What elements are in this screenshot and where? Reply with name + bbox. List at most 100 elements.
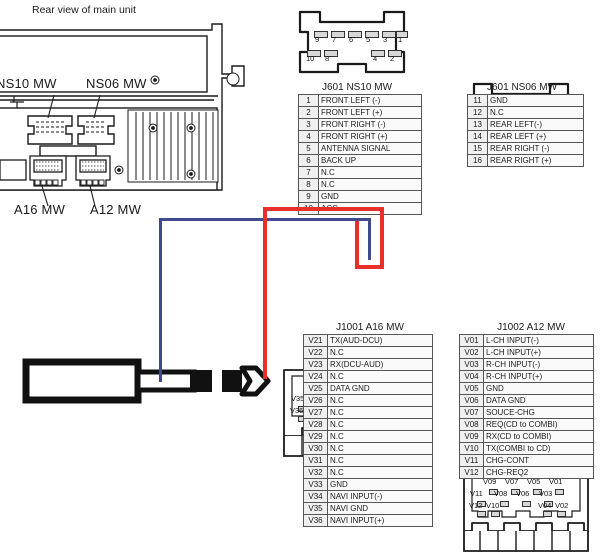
pin-signal-cell: GND — [327, 478, 433, 491]
table-row: V33 GND — [303, 478, 433, 491]
pin-label-v12: V12 — [469, 501, 483, 510]
pin-number-cell: V25 — [303, 382, 328, 395]
table-row: V22 N.C — [303, 346, 433, 359]
pin-signal-cell: REQ(CD to COMBI) — [483, 418, 594, 431]
pin-signal-cell: N.C — [327, 346, 433, 359]
table-row: V12 CHG-REQ2 — [459, 466, 594, 479]
table-row: V31 N.C — [303, 454, 433, 467]
pin-signal-cell: L-CH INPUT(-) — [483, 334, 594, 347]
trs-plug-illustration — [12, 352, 282, 412]
table-row: V05 GND — [459, 382, 594, 395]
table-row: V27 N.C — [303, 406, 433, 419]
pin-number-cell: V36 — [303, 514, 328, 527]
pin-number-cell: V04 — [459, 370, 484, 383]
table-row: V11 CHG-CONT — [459, 454, 594, 467]
table-row: V24 N.C — [303, 370, 433, 383]
pin-number-9: 9 — [315, 35, 320, 44]
table-row: V32 N.C — [303, 466, 433, 479]
table-row: V06 DATA GND — [459, 394, 594, 407]
pin-slot — [557, 511, 566, 517]
pin-signal-cell: SOUCE-CHG — [483, 406, 594, 419]
pin-signal-cell: REAR LEFT(-) — [487, 118, 584, 131]
pin-label-v36: V36 — [290, 406, 304, 415]
pin-label-v05: V05 — [527, 477, 541, 486]
pin-signal-cell: REAR RIGHT (+) — [487, 154, 584, 167]
table-row: 3 FRONT RIGHT (-) — [298, 118, 422, 131]
label-ns10-mw: NS10 MW — [0, 76, 57, 91]
table-row: V21 TX(AUD-DCU) — [303, 334, 433, 347]
pin-label-v03: V03 — [539, 489, 553, 498]
a16-table-body: V21 TX(AUD-DCU) V22 N.C V23 RX(DCU-AUD) V24 N.C… — [303, 334, 433, 527]
pin-signal-cell: N.C — [327, 418, 433, 431]
table-row: V36 NAVI INPUT(+) — [303, 514, 433, 527]
a12-table-title: J1002 A12 MW — [497, 322, 565, 333]
pin-number-cell: V02 — [459, 346, 484, 359]
pin-number-cell: V27 — [303, 406, 328, 419]
a12-table-body: V01 L-CH INPUT(-) V02 L-CH INPUT(+) V03 R-CH … — [459, 334, 594, 479]
pin-number-cell: V35 — [303, 502, 328, 515]
pin-signal-cell: CHG-CONT — [483, 454, 594, 467]
wire-red-horizontal-bottom — [355, 265, 384, 269]
table-row: 13 REAR LEFT(-) — [467, 118, 584, 131]
pin-number-cell: V29 — [303, 430, 328, 443]
pin-signal-cell: NAVI INPUT(-) — [327, 490, 433, 503]
pin-number-cell: V08 — [459, 418, 484, 431]
pin-signal-cell: N.C — [327, 454, 433, 467]
pin-signal-cell: GND — [318, 190, 422, 203]
pin-number-cell: V21 — [303, 334, 328, 347]
table-row: V01 L-CH INPUT(-) — [459, 334, 594, 347]
pin-signal-cell: GND — [483, 382, 594, 395]
ns10-table-body: 1 FRONT LEFT (-) 2 FRONT LEFT (+) 3 FRONT RIG… — [298, 94, 422, 215]
pin-slot — [555, 489, 564, 495]
pin-slot — [500, 501, 509, 507]
a12-pin-table: V01 L-CH INPUT(-) V02 L-CH INPUT(+) V03 R-CH … — [459, 334, 594, 479]
ns10-pin-table: 1 FRONT LEFT (-) 2 FRONT LEFT (+) 3 FRONT RIG… — [298, 94, 422, 215]
pin-signal-cell: REAR LEFT (+) — [487, 130, 584, 143]
pin-number-cell: V34 — [303, 490, 328, 503]
ns06-pin-table: 11 GND 12 N.C 13 REAR LEFT(-) 14 REAR LEFT (+) 1… — [467, 94, 584, 167]
pin-signal-cell: N.C — [327, 370, 433, 383]
table-row: V07 SOUCE-CHG — [459, 406, 594, 419]
pin-signal-cell: BACK UP — [318, 154, 422, 167]
ns06-table-body: 11 GND 12 N.C 13 REAR LEFT(-) 14 REAR LEFT (+) 1… — [467, 94, 584, 167]
pin-number-cell: 16 — [467, 154, 488, 167]
table-row: V26 N.C — [303, 394, 433, 407]
pin-signal-cell: NAVI INPUT(+) — [327, 514, 433, 527]
pin-number-cell: V12 — [459, 466, 484, 479]
pin-number-cell: 11 — [467, 94, 488, 107]
pin-signal-cell: GND — [487, 94, 584, 107]
pin-signal-cell: RX(DCU-AUD) — [327, 358, 433, 371]
table-row: V10 TX(COMBI to CD) — [459, 442, 594, 455]
pin-slot — [477, 511, 486, 517]
ns06-table-title: J601 NS06 MW — [486, 82, 558, 93]
pin-number-cell: V01 — [459, 334, 484, 347]
pin-label-v10: V10 — [486, 501, 500, 510]
table-row: 11 GND — [467, 94, 584, 107]
pin-number-cell: 15 — [467, 142, 488, 155]
table-row: V23 RX(DCU-AUD) — [303, 358, 433, 371]
label-a16-mw: A16 MW — [14, 202, 66, 217]
pin-number-cell: V05 — [459, 382, 484, 395]
pin-signal-cell: N.C — [327, 466, 433, 479]
pin-signal-cell: DATA GND — [483, 394, 594, 407]
table-row: V25 DATA GND — [303, 382, 433, 395]
pin-number-cell: 9 — [298, 190, 319, 203]
pin-signal-cell: R-CH INPUT(+) — [483, 370, 594, 383]
table-row: 4 FRONT RIGHT (+) — [298, 130, 422, 143]
pin-signal-cell: N.C — [327, 406, 433, 419]
pin-number-8: 8 — [325, 54, 330, 63]
table-row: V02 L-CH INPUT(+) — [459, 346, 594, 359]
pin-number-cell: V31 — [303, 454, 328, 467]
pin-number-cell: 14 — [467, 130, 488, 143]
pin-number-cell: V24 — [303, 370, 328, 383]
pin-number-3: 3 — [383, 35, 388, 44]
pin-number-cell: 8 — [298, 178, 319, 191]
pin-slot — [491, 511, 500, 517]
table-row: 7 N.C — [298, 166, 422, 179]
pin-number-cell: 12 — [467, 106, 488, 119]
pin-label-v07: V07 — [505, 477, 519, 486]
pin-signal-cell: N.C — [487, 106, 584, 119]
pin-number-cell: V07 — [459, 406, 484, 419]
table-row: V29 N.C — [303, 430, 433, 443]
table-row: V34 NAVI INPUT(-) — [303, 490, 433, 503]
